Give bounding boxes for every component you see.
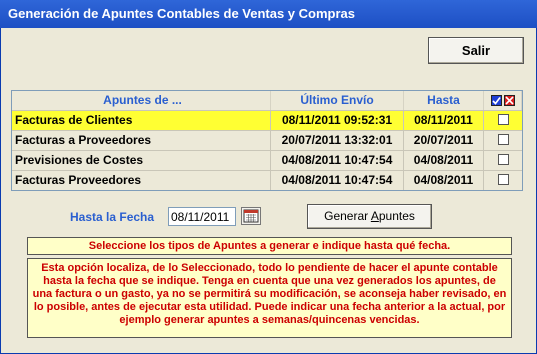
row-name: Facturas Proveedores: [12, 171, 271, 190]
window-title: Generación de Apuntes Contables de Venta…: [0, 0, 537, 28]
date-field[interactable]: [168, 207, 236, 226]
date-label: Hasta la Fecha: [70, 210, 155, 224]
row-checkbox[interactable]: [497, 114, 509, 126]
generate-label-hotkey: A: [370, 209, 379, 223]
row-checkbox[interactable]: [497, 134, 509, 146]
generate-label-prefix: Generar: [324, 209, 371, 223]
row-last-sent: 08/11/2011 09:52:31: [271, 111, 404, 130]
row-until: 08/11/2011: [404, 111, 484, 130]
header-hasta[interactable]: Hasta: [404, 91, 484, 110]
row-until: 04/08/2011: [404, 171, 484, 190]
calendar-icon: [243, 209, 259, 223]
row-last-sent: 04/08/2011 10:47:54: [271, 171, 404, 190]
exit-button[interactable]: Salir: [428, 37, 524, 64]
instruction-note: Seleccione los tipos de Apuntes a genera…: [27, 237, 512, 255]
row-name: Facturas de Clientes: [12, 111, 271, 130]
calendar-button[interactable]: [241, 207, 261, 225]
generate-entries-button[interactable]: Generar Apuntes: [307, 204, 432, 229]
row-name: Facturas a Proveedores: [12, 131, 271, 150]
row-checkbox[interactable]: [497, 154, 509, 166]
checkbox-cross-icon[interactable]: [503, 95, 515, 106]
row-checkbox[interactable]: [497, 174, 509, 186]
row-until: 04/08/2011: [404, 151, 484, 170]
explanation-note: Esta opción localiza, de lo Seleccionado…: [27, 258, 512, 338]
table-row[interactable]: Facturas a Proveedores 20/07/2011 13:32:…: [12, 130, 522, 150]
generate-label-suffix: puntes: [378, 209, 415, 223]
table-header: Apuntes de ... Último Envío Hasta: [12, 91, 522, 110]
table-row[interactable]: Facturas de Clientes 08/11/2011 09:52:31…: [12, 110, 522, 130]
row-until: 20/07/2011: [404, 131, 484, 150]
header-apuntes[interactable]: Apuntes de ...: [12, 91, 271, 110]
row-last-sent: 20/07/2011 13:32:01: [271, 131, 404, 150]
table-row[interactable]: Facturas Proveedores 04/08/2011 10:47:54…: [12, 170, 522, 190]
header-ultimo-envio[interactable]: Último Envío: [271, 91, 404, 110]
checkbox-checked-icon[interactable]: [490, 95, 502, 106]
table-row[interactable]: Previsiones de Costes 04/08/2011 10:47:5…: [12, 150, 522, 170]
header-select-icons: [484, 91, 522, 110]
entries-table: Apuntes de ... Último Envío Hasta Factur…: [11, 90, 523, 191]
row-last-sent: 04/08/2011 10:47:54: [271, 151, 404, 170]
row-name: Previsiones de Costes: [12, 151, 271, 170]
